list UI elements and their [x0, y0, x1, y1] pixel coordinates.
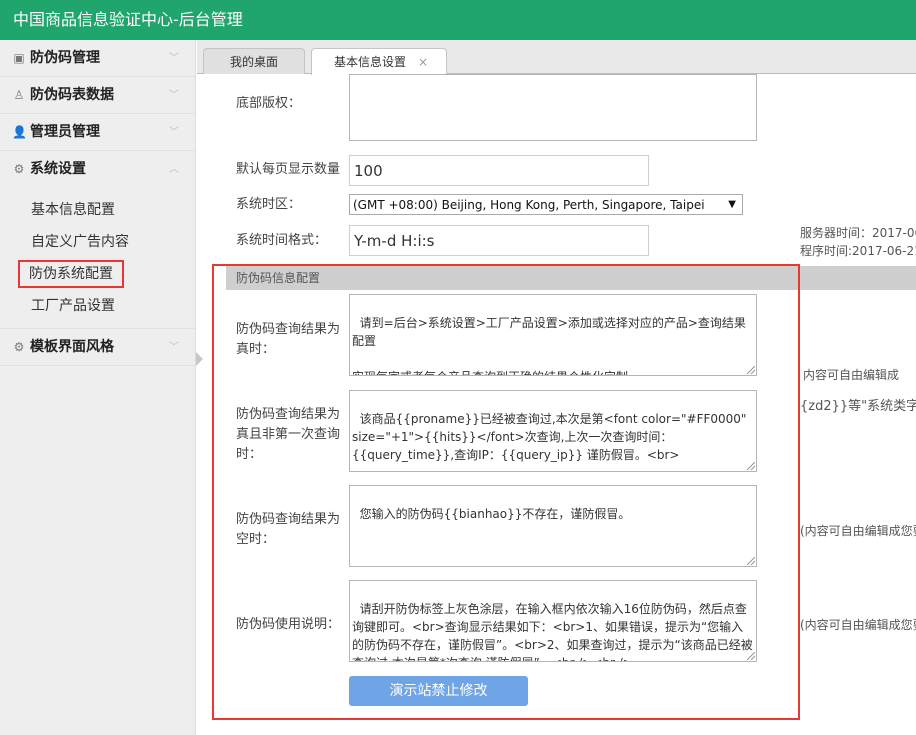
admin-icon: 👤	[12, 125, 27, 139]
gear-icon: ⚙	[13, 340, 25, 354]
sidebar-item-admin[interactable]: 👤 管理员管理 ﹀	[0, 114, 195, 151]
textarea-content: 请刮开防伪标签上灰色涂层，在输入框内依次输入16位防伪码，然后点查询键即可。<b…	[352, 602, 753, 661]
settings-submenu: 基本信息配置 自定义广告内容 防伪系统配置 工厂产品设置	[0, 188, 195, 329]
gear-icon: ⚙	[13, 162, 25, 176]
page-size-label: 默认每页显示数量	[236, 162, 341, 177]
result-repeat-textarea[interactable]: 该商品{{proname}}已经被查询过,本次是第<font color="#F…	[349, 390, 757, 472]
hint-text: (内容可自由编辑成您要	[800, 618, 916, 632]
user-icon: ♙	[13, 88, 25, 102]
resize-handle[interactable]	[747, 366, 755, 374]
server-time: 服务器时间：2017-06	[800, 226, 916, 240]
tab-my-desktop[interactable]: 我的桌面	[203, 48, 305, 74]
hint-text: 内容可自由编辑成	[803, 368, 900, 382]
tab-label: 我的桌面	[229, 55, 278, 69]
textarea-content: 该商品{{proname}}已经被查询过,本次是第<font color="#F…	[352, 412, 751, 462]
field-label-empty: 防伪码查询结果为空时：	[236, 512, 341, 547]
caret-down-icon: ▼	[728, 199, 736, 210]
submit-button[interactable]: 演示站禁止修改	[349, 676, 528, 706]
timezone-label: 系统时区：	[236, 197, 302, 212]
chevron-down-icon: ﹀	[169, 90, 179, 101]
result-true-textarea[interactable]: 请到=后台>系统设置>工厂产品设置>添加或选择对应的产品>查询结果配置 实现每家…	[349, 294, 757, 376]
sidebar-item-label: 模板界面风格	[30, 339, 114, 355]
footer-copyright-label: 底部版权：	[236, 96, 302, 111]
section-title: 防伪码信息配置	[236, 271, 321, 285]
chevron-down-icon: ﹀	[169, 53, 179, 64]
app-title: 中国商品信息验证中心-后台管理	[13, 10, 243, 29]
tab-label: 基本信息设置	[334, 55, 407, 69]
sidebar-subitem-anticode-config[interactable]: 防伪系统配置	[0, 258, 195, 290]
app-header: 中国商品信息验证中心-后台管理	[0, 0, 916, 40]
time-format-label: 系统时间格式：	[236, 233, 328, 248]
sidebar-subitem-basic-info[interactable]: 基本信息配置	[0, 194, 195, 226]
sidebar-subitem-label: 自定义广告内容	[31, 234, 129, 250]
sidebar-item-label: 管理员管理	[30, 124, 100, 140]
sidebar-item-settings[interactable]: ⚙ 系统设置 ︿	[0, 151, 195, 188]
sidebar-subitem-factory-product[interactable]: 工厂产品设置	[0, 290, 195, 322]
timezone-select[interactable]: (GMT +08:00) Beijing, Hong Kong, Perth, …	[349, 194, 743, 215]
footer-copyright-textarea[interactable]	[349, 74, 757, 141]
field-label-true: 防伪码查询结果为真时：	[236, 322, 341, 357]
sidebar-item-template-style[interactable]: ⚙ 模板界面风格 ﹀	[0, 329, 195, 366]
sidebar-item-label: 防伪码表数据	[30, 87, 114, 103]
resize-handle[interactable]	[747, 557, 755, 565]
sidebar-item-anticode[interactable]: ▣ 防伪码管理 ﹀	[0, 40, 195, 77]
hint-text: {zd2}}等"系统类字	[800, 399, 916, 414]
page-size-input[interactable]: 100	[349, 155, 649, 186]
tab-bar: 我的桌面 基本信息设置 ×	[197, 40, 916, 75]
sidebar-item-anticode-data[interactable]: ♙ 防伪码表数据 ﹀	[0, 77, 195, 114]
resize-handle[interactable]	[747, 462, 755, 470]
sidebar-item-label: 防伪码管理	[30, 50, 100, 66]
field-label-repeat: 防伪码查询结果为真且非第一次查询时：	[236, 407, 341, 462]
section-title-bar: 防伪码信息配置	[226, 266, 916, 290]
close-icon[interactable]: ×	[418, 49, 428, 75]
sidebar-collapse-handle[interactable]	[196, 352, 203, 366]
chevron-down-icon: ﹀	[169, 342, 179, 353]
tab-basic-info-settings[interactable]: 基本信息设置 ×	[311, 48, 447, 75]
sidebar: ▣ 防伪码管理 ﹀ ♙ 防伪码表数据 ﹀ 👤 管理员管理 ﹀ ⚙ 系统设置 ︿ …	[0, 40, 196, 735]
resize-handle[interactable]	[747, 652, 755, 660]
chevron-up-icon: ︿	[169, 164, 179, 175]
sidebar-subitem-label: 基本信息配置	[31, 202, 115, 218]
sidebar-subitem-label: 防伪系统配置	[18, 260, 124, 288]
timezone-value: (GMT +08:00) Beijing, Hong Kong, Perth, …	[353, 198, 705, 212]
field-label-instructions: 防伪码使用说明：	[236, 617, 341, 632]
sidebar-subitem-label: 工厂产品设置	[31, 298, 115, 314]
instructions-textarea[interactable]: 请刮开防伪标签上灰色涂层，在输入框内依次输入16位防伪码，然后点查询键即可。<b…	[349, 580, 757, 662]
sidebar-item-label: 系统设置	[30, 161, 86, 177]
program-time: 程序时间:2017-06-21	[800, 244, 916, 258]
time-format-input[interactable]: Y-m-d H:i:s	[349, 225, 649, 256]
textarea-content: 请到=后台>系统设置>工厂产品设置>添加或选择对应的产品>查询结果配置 实现每家…	[352, 316, 746, 375]
sidebar-subitem-custom-ads[interactable]: 自定义广告内容	[0, 226, 195, 258]
chevron-down-icon: ﹀	[169, 127, 179, 138]
result-empty-textarea[interactable]: 您输入的防伪码{{bianhao}}不存在，谨防假冒。	[349, 485, 757, 567]
hint-text: (内容可自由编辑成您要	[800, 524, 916, 538]
image-icon: ▣	[13, 51, 25, 65]
textarea-content: 您输入的防伪码{{bianhao}}不存在，谨防假冒。	[359, 507, 631, 521]
